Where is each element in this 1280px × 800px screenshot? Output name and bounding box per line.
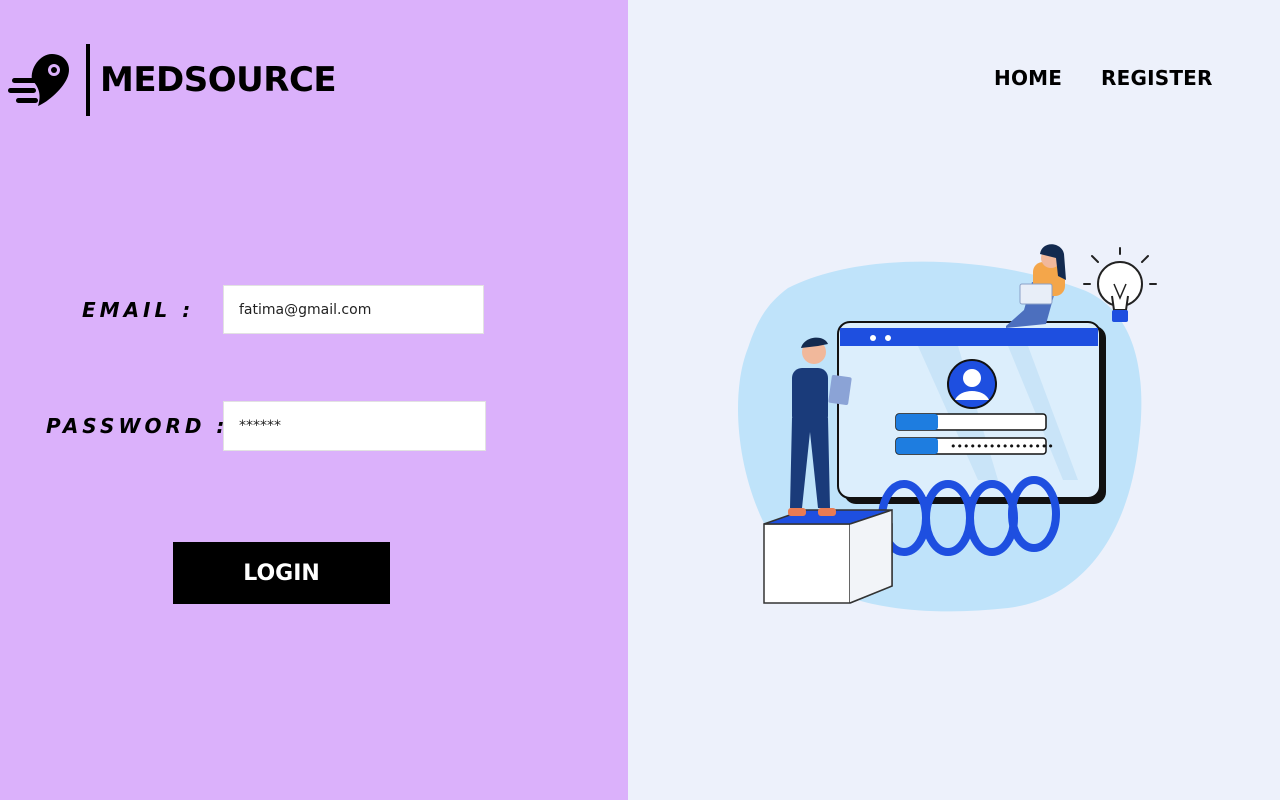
login-button[interactable]: LOGIN (173, 542, 390, 604)
nav-register-link[interactable]: REGISTER (1101, 66, 1213, 90)
password-label: PASSWORD : (46, 414, 229, 438)
login-illustration: •••••••••••••••• (738, 244, 1157, 612)
brand-logo[interactable]: MEDSOURCE (8, 44, 337, 116)
brand-name: MEDSOURCE (100, 60, 337, 100)
email-field[interactable] (223, 285, 484, 334)
speed-pin-icon (8, 54, 70, 106)
left-panel (0, 0, 628, 800)
nav-home-link[interactable]: HOME (994, 66, 1062, 90)
email-label: EMAIL : (82, 298, 195, 322)
password-field[interactable] (223, 401, 486, 451)
brand-divider (86, 44, 90, 116)
svg-text:••••••••••••••••: •••••••••••••••• (950, 440, 1054, 453)
